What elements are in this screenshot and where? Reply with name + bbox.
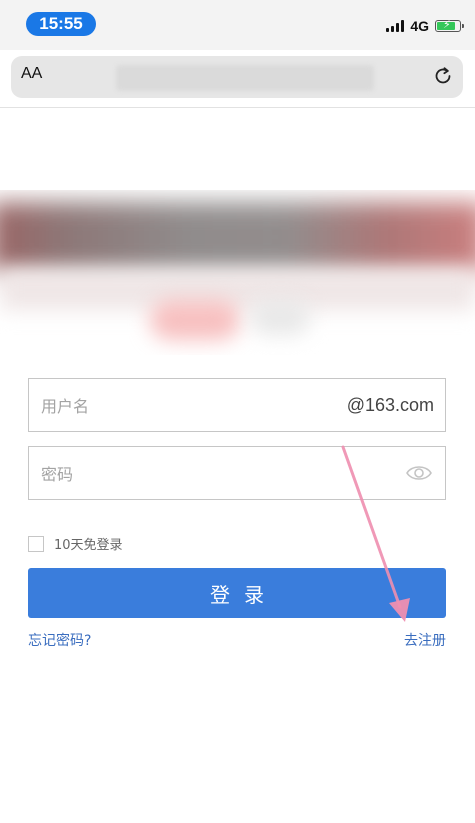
network-type: 4G <box>410 18 429 34</box>
url-field-obscured[interactable] <box>116 65 374 91</box>
password-field[interactable] <box>28 446 446 501</box>
browser-divider <box>0 107 475 108</box>
remember-label: 10天免登录 <box>54 538 123 553</box>
login-page: 15:55 4G ⚡ AA @163.com <box>0 0 475 823</box>
text-size-button[interactable]: AA <box>21 65 42 83</box>
blurred-banner-image <box>0 190 475 355</box>
login-button[interactable]: 登录 <box>28 568 446 618</box>
signal-icon <box>386 20 405 32</box>
reload-icon[interactable] <box>431 64 455 88</box>
status-indicators: 4G ⚡ <box>386 18 464 34</box>
register-link[interactable]: 去注册 <box>404 630 446 650</box>
battery-charging-icon: ⚡ <box>435 18 464 32</box>
remember-checkbox[interactable] <box>28 535 44 552</box>
email-domain-suffix: @163.com <box>346 395 434 415</box>
status-bar: 15:55 4G ⚡ <box>0 0 475 50</box>
username-field[interactable]: @163.com <box>28 378 446 433</box>
status-time: 15:55 <box>26 12 96 36</box>
password-input[interactable] <box>39 447 343 501</box>
text-size-label: AA <box>21 65 43 82</box>
address-bar[interactable]: AA <box>11 56 463 98</box>
forgot-password-link[interactable]: 忘记密码? <box>28 630 91 650</box>
remember-login[interactable]: 10天免登录 <box>28 534 123 553</box>
username-input[interactable] <box>39 379 343 433</box>
eye-icon[interactable] <box>405 462 433 484</box>
